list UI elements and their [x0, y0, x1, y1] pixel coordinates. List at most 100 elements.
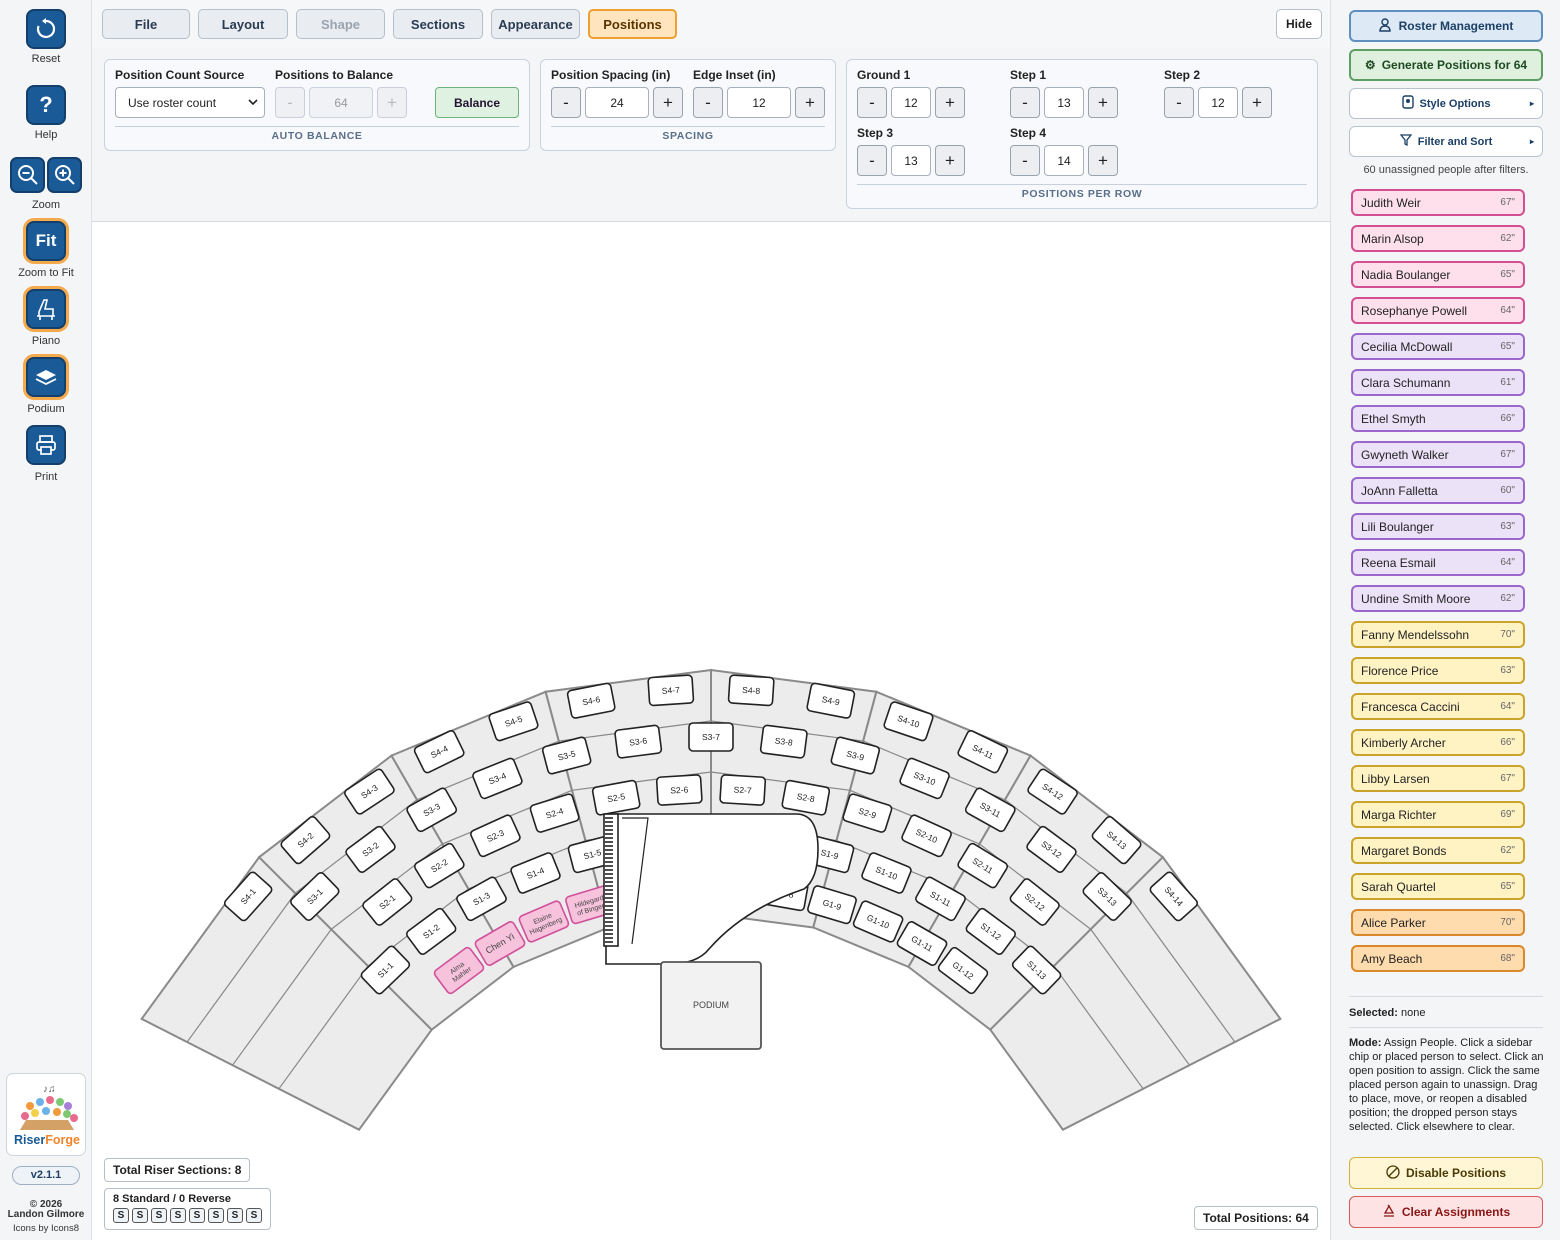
person-chip[interactable]: Florence Price 63"	[1351, 657, 1525, 684]
person-chip[interactable]: Libby Larsen 67"	[1351, 765, 1525, 792]
section-badge: S	[132, 1208, 148, 1223]
row-1-decrement-button[interactable]: -	[1010, 87, 1040, 118]
balance-increment-button[interactable]: +	[377, 87, 407, 118]
edge-inset-input[interactable]: 12	[727, 87, 791, 118]
positions-to-balance-label: Positions to Balance	[275, 68, 394, 82]
chevron-right-icon: ▸	[1529, 99, 1534, 108]
row-3-increment-button[interactable]: +	[935, 145, 965, 176]
position-slot[interactable]: S4-7	[647, 674, 695, 707]
position-slot[interactable]: S2-6	[655, 774, 703, 806]
piano-icon[interactable]	[603, 813, 819, 965]
person-height: 70"	[1500, 629, 1515, 640]
person-chip[interactable]: Judith Weir 67"	[1351, 189, 1525, 216]
riser-stage[interactable]: AlmaMahlerChen YiElaineHagenbergHildegar…	[92, 222, 1330, 1240]
row-2-decrement-button[interactable]: -	[1164, 87, 1194, 118]
person-chip[interactable]: Lili Boulanger 63"	[1351, 513, 1525, 540]
print-icon[interactable]	[26, 425, 66, 465]
person-chip[interactable]: Cecilia McDowall 65"	[1351, 333, 1525, 360]
balance-button[interactable]: Balance	[435, 87, 519, 118]
person-chip[interactable]: Amy Beach 68"	[1351, 945, 1525, 972]
riserforge-logo: ♪♫ RiserForge	[6, 1073, 86, 1156]
person-chip[interactable]: Clara Schumann 61"	[1351, 369, 1525, 396]
roster-management-button[interactable]: Roster Management	[1349, 10, 1543, 42]
spacing-decrement-button[interactable]: -	[551, 87, 581, 118]
zoom-in-icon[interactable]	[47, 157, 82, 193]
row-0-count-input[interactable]: 12	[891, 87, 931, 118]
person-chip[interactable]: Marga Richter 69"	[1351, 801, 1525, 828]
reset-icon[interactable]	[26, 9, 66, 49]
position-spacing-input[interactable]: 24	[585, 87, 649, 118]
recycle-icon	[1382, 1204, 1396, 1221]
author: Landon Gilmore	[7, 1209, 85, 1220]
person-chip[interactable]: Francesca Caccini 64"	[1351, 693, 1525, 720]
person-chip[interactable]: Ethel Smyth 66"	[1351, 405, 1525, 432]
row-2-count-input[interactable]: 12	[1198, 87, 1238, 118]
tab-positions[interactable]: Positions	[588, 9, 677, 39]
spacing-increment-button[interactable]: +	[653, 87, 683, 118]
piano-icon[interactable]	[26, 289, 66, 329]
row-0-increment-button[interactable]: +	[935, 87, 965, 118]
person-chip[interactable]: JoAnn Falletta 60"	[1351, 477, 1525, 504]
inset-decrement-button[interactable]: -	[693, 87, 723, 118]
tab-appearance[interactable]: Appearance	[491, 9, 580, 39]
person-name: Cecilia McDowall	[1361, 339, 1453, 354]
row-1-increment-button[interactable]: +	[1088, 87, 1118, 118]
tab-layout[interactable]: Layout	[198, 9, 288, 39]
row-label-4: Step 4	[1010, 126, 1047, 140]
person-chip[interactable]: Rosephanye Powell 64"	[1351, 297, 1525, 324]
position-label: S2-7	[733, 784, 752, 795]
style-options-button[interactable]: Style Options ▸	[1349, 88, 1543, 119]
person-chip[interactable]: Kimberly Archer 66"	[1351, 729, 1525, 756]
zoom-to-fit-icon[interactable]: Fit	[26, 221, 66, 261]
help-icon[interactable]: ?	[26, 85, 66, 125]
riser-canvas[interactable]: Alma Mahler Chen Yi Elaine Hagenberg Hildegar…	[92, 222, 1330, 1240]
row-3-decrement-button[interactable]: -	[857, 145, 887, 176]
person-chip[interactable]: Margaret Bonds 62"	[1351, 837, 1525, 864]
person-height: 60"	[1500, 485, 1515, 496]
position-slot[interactable]: S4-8	[727, 674, 775, 707]
podium-icon[interactable]	[26, 357, 66, 397]
row-4-count-input[interactable]: 14	[1044, 145, 1084, 176]
position-slot[interactable]: S3-7	[688, 722, 734, 752]
hide-button[interactable]: Hide	[1276, 9, 1322, 39]
positions-to-balance-input[interactable]: 64	[309, 87, 373, 118]
tab-file[interactable]: File	[102, 9, 190, 39]
row-label-1: Step 1	[1010, 68, 1047, 82]
person-chip[interactable]: Sarah Quartel 65"	[1351, 873, 1525, 900]
inset-increment-button[interactable]: +	[795, 87, 825, 118]
row-2-increment-button[interactable]: +	[1242, 87, 1272, 118]
section-summary: 8 Standard / 0 Reverse SSSSSSSS	[104, 1188, 271, 1230]
row-4-decrement-button[interactable]: -	[1010, 145, 1040, 176]
row-3-count-input[interactable]: 13	[891, 145, 931, 176]
people-chip-list[interactable]: Judith Weir 67" Marin Alsop 62" Nadia Bo…	[1331, 186, 1560, 992]
position-slot[interactable]: S3-6	[614, 724, 663, 759]
tab-shape[interactable]: Shape	[296, 9, 385, 39]
zoom-out-icon[interactable]	[10, 157, 45, 193]
positions-per-row-panel: Ground 1 - 12 + Step 1 - 13 + Step 2 - 12 …	[846, 59, 1318, 209]
section-badge: S	[246, 1208, 262, 1223]
row-4-increment-button[interactable]: +	[1088, 145, 1118, 176]
person-chip[interactable]: Marin Alsop 62"	[1351, 225, 1525, 252]
person-chip[interactable]: Nadia Boulanger 65"	[1351, 261, 1525, 288]
tab-sections[interactable]: Sections	[393, 9, 483, 39]
row-1-count-input[interactable]: 13	[1044, 87, 1084, 118]
generate-positions-button[interactable]: ⚙ Generate Positions for 64	[1349, 49, 1543, 81]
position-count-source-select[interactable]: Use roster count	[115, 87, 265, 118]
disable-positions-button[interactable]: Disable Positions	[1349, 1157, 1543, 1189]
person-chip[interactable]: Reena Esmail 64"	[1351, 549, 1525, 576]
person-name: Nadia Boulanger	[1361, 267, 1451, 282]
person-chip[interactable]: Alice Parker 70"	[1351, 909, 1525, 936]
podium[interactable]: PODIUM	[660, 961, 762, 1050]
person-chip[interactable]: Undine Smith Moore 62"	[1351, 585, 1525, 612]
filter-and-sort-button[interactable]: Filter and Sort ▸	[1349, 126, 1543, 157]
section-badge: S	[189, 1208, 205, 1223]
person-name: Fanny Mendelssohn	[1361, 627, 1470, 642]
row-label-0: Ground 1	[857, 68, 911, 82]
person-chip[interactable]: Fanny Mendelssohn 70"	[1351, 621, 1525, 648]
position-slot[interactable]: S2-7	[719, 774, 767, 806]
position-slot[interactable]: S3-8	[759, 724, 808, 759]
row-0-decrement-button[interactable]: -	[857, 87, 887, 118]
clear-assignments-button[interactable]: Clear Assignments	[1349, 1196, 1543, 1228]
person-chip[interactable]: Gwyneth Walker 67"	[1351, 441, 1525, 468]
balance-decrement-button[interactable]: -	[275, 87, 305, 118]
